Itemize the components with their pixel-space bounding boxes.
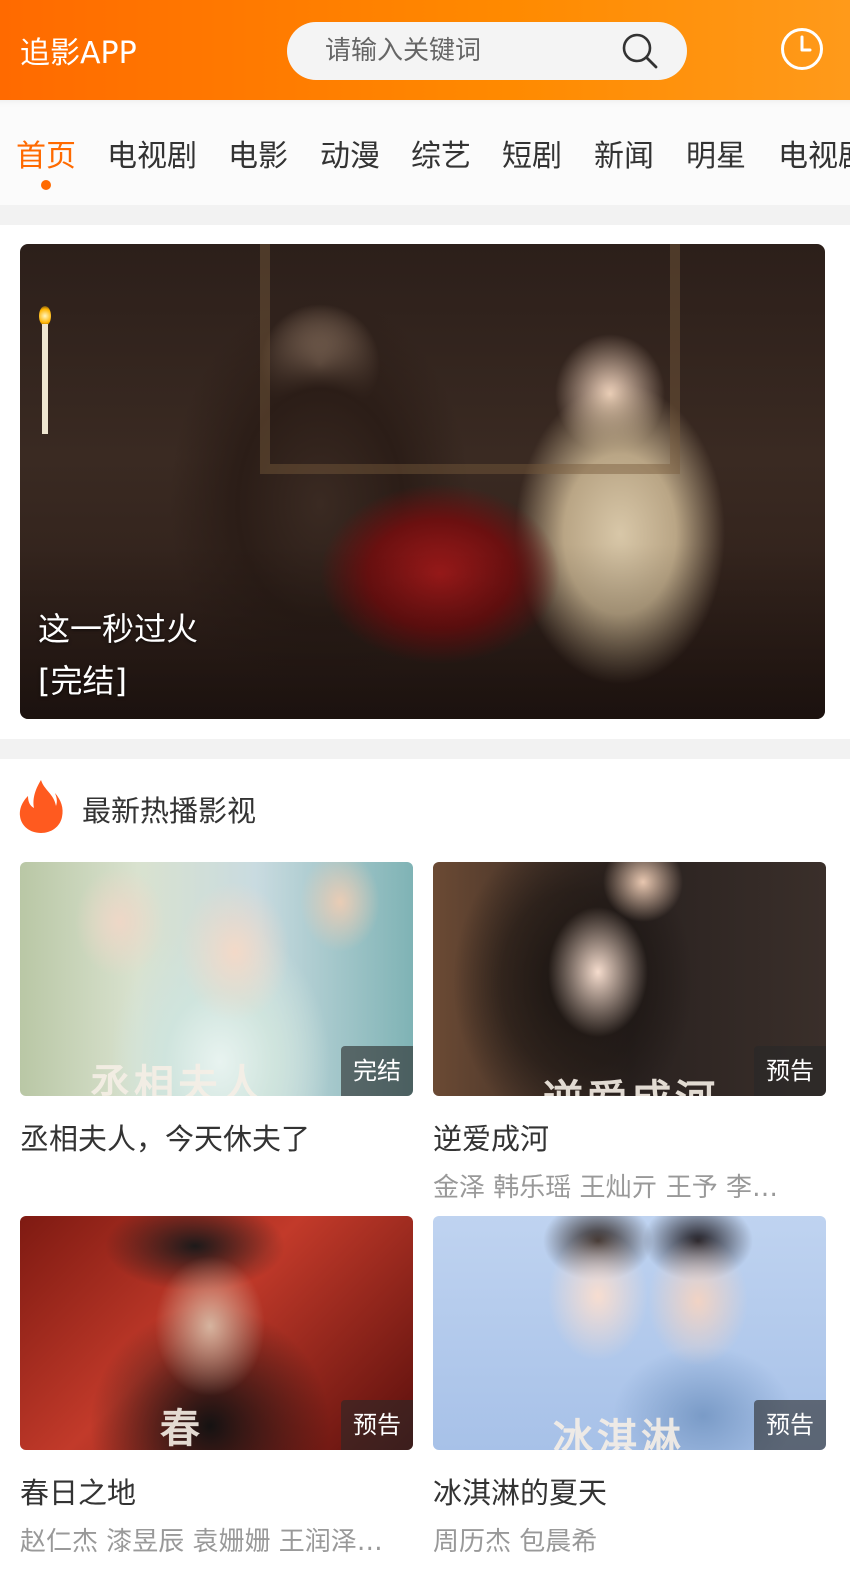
video-poster[interactable]: 丞相夫人 完结	[20, 862, 413, 1096]
search-icon[interactable]	[621, 32, 659, 70]
poster-title-art: 丞相夫人	[90, 1062, 266, 1096]
active-tab-indicator	[41, 180, 51, 190]
section-divider	[0, 205, 850, 225]
fire-icon	[19, 780, 63, 833]
status-badge: 完结	[341, 1046, 413, 1096]
video-title[interactable]: 丞相夫人，今天休夫了	[20, 1116, 310, 1158]
search-input[interactable]	[325, 22, 605, 80]
video-cast: 赵仁杰 漆昱辰 袁姗姗 王润泽…	[20, 1527, 383, 1557]
history-clock-icon[interactable]	[779, 26, 825, 72]
nav-tab-home[interactable]: 首页	[16, 131, 76, 175]
app-header: 追影APP	[0, 0, 850, 100]
video-poster[interactable]: 春 预告	[20, 1216, 413, 1450]
nav-tab-stars[interactable]: 明星	[686, 131, 746, 175]
app-logo[interactable]: 追影APP	[20, 28, 137, 72]
banner-candle-flame	[39, 306, 51, 326]
video-cast: 金泽 韩乐瑶 王灿亓 王予 李…	[433, 1173, 779, 1203]
video-title[interactable]: 冰淇淋的夏天	[433, 1470, 607, 1512]
poster-title-art: 冰淇淋	[553, 1416, 685, 1450]
poster-title-art: 春	[160, 1406, 204, 1450]
nav-tab-anime[interactable]: 动漫	[320, 131, 380, 175]
featured-banner[interactable]: 这一秒过火 [完结]	[20, 244, 825, 719]
section-title: 最新热播影视	[82, 794, 257, 828]
status-badge: 预告	[754, 1046, 826, 1096]
video-poster[interactable]: 冰淇淋 预告	[433, 1216, 826, 1450]
status-badge: 预告	[754, 1400, 826, 1450]
nav-tab-movie[interactable]: 电影	[228, 131, 288, 175]
nav-tab-tv[interactable]: 电视剧	[107, 131, 197, 175]
section-divider	[0, 739, 850, 759]
video-title[interactable]: 春日之地	[20, 1470, 136, 1512]
nav-tab-news[interactable]: 新闻	[594, 131, 654, 175]
status-badge: 预告	[341, 1400, 413, 1450]
banner-decor-frame	[260, 244, 680, 474]
banner-title: 这一秒过火	[38, 610, 199, 648]
video-poster[interactable]: 逆爱成河 预告	[433, 862, 826, 1096]
banner-candle	[42, 324, 48, 434]
poster-title-art: 逆爱成河	[543, 1067, 719, 1096]
search-bar[interactable]	[287, 22, 687, 80]
nav-tab-tv-extra[interactable]: 电视剧	[778, 131, 850, 175]
video-title[interactable]: 逆爱成河	[433, 1116, 549, 1158]
nav-tab-short-drama[interactable]: 短剧	[502, 131, 562, 175]
banner-status: [完结]	[38, 662, 127, 700]
video-cast: 周历杰 包晨希	[433, 1527, 598, 1557]
nav-tab-variety[interactable]: 综艺	[411, 131, 471, 175]
